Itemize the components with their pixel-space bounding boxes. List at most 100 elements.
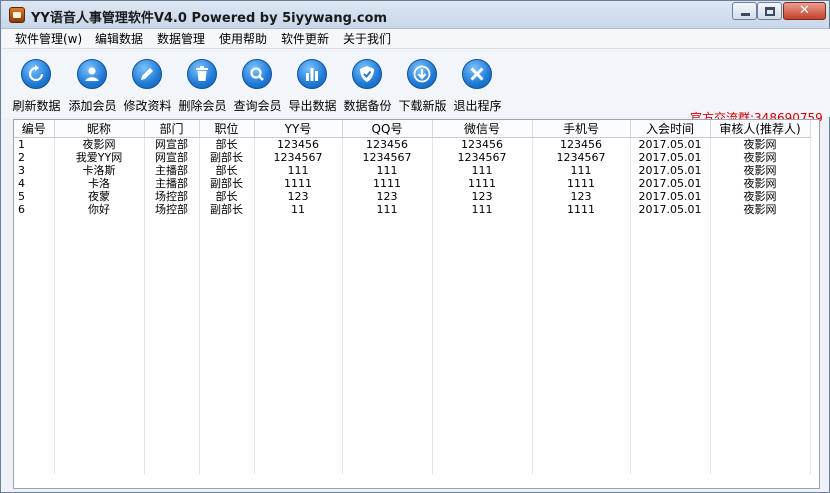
- table-row[interactable]: 3 卡洛斯 主播部 部长 111 111 111 111 2017.05.01 …: [14, 164, 811, 177]
- table-cell: 1111: [532, 203, 631, 216]
- add-member-button[interactable]: 添加会员: [65, 59, 120, 115]
- table-cell: 夜影网: [710, 164, 811, 177]
- menu-software-manage[interactable]: 软件管理(w): [15, 31, 82, 48]
- refresh-label: 刷新数据: [12, 99, 61, 113]
- table-cell: 123: [254, 190, 343, 203]
- table-cell: 111: [342, 203, 433, 216]
- column-header[interactable]: 微信号: [432, 120, 533, 138]
- table-cell: 夜蒙: [54, 190, 145, 203]
- table-cell: 2017.05.01: [630, 177, 711, 190]
- table-cell: 卡洛: [54, 177, 145, 190]
- exit-button[interactable]: 退出程序: [450, 59, 505, 115]
- column-header[interactable]: 职位: [199, 120, 255, 138]
- table-cell: 2017.05.01: [630, 137, 711, 151]
- delete-member-button[interactable]: 删除会员: [175, 59, 230, 115]
- window-title: YY语音人事管理软件V4.0 Powered by 5iyywang.com: [31, 11, 388, 26]
- table-cell: 夜影网: [710, 137, 811, 151]
- title-bar[interactable]: YY语音人事管理软件V4.0 Powered by 5iyywang.com ✕: [1, 1, 829, 29]
- maximize-icon: [765, 7, 775, 16]
- table-row[interactable]: 4 卡洛 主播部 副部长 1111 1111 1111 1111 2017.05…: [14, 177, 811, 190]
- table-cell: 123: [342, 190, 433, 203]
- main-window: YY语音人事管理软件V4.0 Powered by 5iyywang.com ✕…: [0, 0, 830, 493]
- table-row[interactable]: 5 夜蒙 场控部 部长 123 123 123 123 2017.05.01 夜…: [14, 190, 811, 203]
- table-cell: 2017.05.01: [630, 203, 711, 216]
- menu-edit-data[interactable]: 编辑数据: [95, 31, 143, 48]
- table-cell: 123456: [342, 137, 433, 151]
- app-icon: [9, 7, 25, 23]
- table-cell: 123: [532, 190, 631, 203]
- delete-member-label: 删除会员: [178, 99, 227, 113]
- table-cell: 1111: [342, 177, 433, 190]
- table-cell: 部长: [199, 190, 255, 203]
- table-row[interactable]: 1 夜影网 网宣部 部长 123456 123456 123456 123456…: [14, 137, 811, 151]
- table-cell: 1234567: [432, 151, 533, 164]
- minimize-icon: [741, 13, 750, 16]
- export-data-label: 导出数据: [288, 99, 337, 113]
- edit-profile-button[interactable]: 修改资料: [120, 59, 175, 115]
- menu-bar: 软件管理(w) 编辑数据 数据管理 使用帮助 软件更新 关于我们: [2, 29, 830, 49]
- table-cell: 123456: [254, 137, 343, 151]
- table-cell: 123: [432, 190, 533, 203]
- table-cell: 4: [14, 177, 55, 190]
- bar-chart-icon: [297, 59, 327, 89]
- search-member-button[interactable]: 查询会员: [230, 59, 285, 115]
- table-empty-area: [14, 216, 811, 474]
- menu-help[interactable]: 使用帮助: [219, 31, 267, 48]
- export-data-button[interactable]: 导出数据: [285, 59, 340, 115]
- column-header[interactable]: 入会时间: [630, 120, 711, 138]
- add-member-label: 添加会员: [68, 99, 117, 113]
- column-header[interactable]: 审核人(推荐人): [710, 120, 811, 138]
- table-header-row: 编号 昵称 部门 职位 YY号 QQ号 微信号 手机号 入会时间 审核人(推荐人…: [14, 120, 811, 138]
- table-row[interactable]: 6 你好 场控部 副部长 11 111 111 1111 2017.05.01 …: [14, 203, 811, 216]
- table-cell: 5: [14, 190, 55, 203]
- refresh-button[interactable]: 刷新数据: [9, 59, 64, 115]
- download-icon: [407, 59, 437, 89]
- maximize-button[interactable]: [757, 2, 782, 20]
- column-header[interactable]: 部门: [144, 120, 200, 138]
- menu-update[interactable]: 软件更新: [281, 31, 329, 48]
- table-cell: 场控部: [144, 190, 200, 203]
- shield-icon: [352, 59, 382, 89]
- table-cell: 1111: [254, 177, 343, 190]
- table-cell: 2017.05.01: [630, 164, 711, 177]
- exit-label: 退出程序: [453, 99, 502, 113]
- table-cell: 111: [432, 164, 533, 177]
- table-cell: 1234567: [532, 151, 631, 164]
- menu-data-manage[interactable]: 数据管理: [157, 31, 205, 48]
- table-cell: 部长: [199, 137, 255, 151]
- table-cell: 夜影网: [54, 137, 145, 151]
- column-header[interactable]: YY号: [254, 120, 343, 138]
- search-member-label: 查询会员: [233, 99, 282, 113]
- edit-pencil-icon: [132, 59, 162, 89]
- member-table[interactable]: 编号 昵称 部门 职位 YY号 QQ号 微信号 手机号 入会时间 审核人(推荐人…: [13, 119, 820, 489]
- table-cell: 副部长: [199, 203, 255, 216]
- download-update-button[interactable]: 下载新版: [395, 59, 450, 115]
- table-cell: 111: [432, 203, 533, 216]
- table-cell: 主播部: [144, 164, 200, 177]
- table-row[interactable]: 2 我爱YY网 网宣部 副部长 1234567 1234567 1234567 …: [14, 151, 811, 164]
- backup-data-button[interactable]: 数据备份: [340, 59, 395, 115]
- member-grid: 编号 昵称 部门 职位 YY号 QQ号 微信号 手机号 入会时间 审核人(推荐人…: [14, 120, 811, 474]
- table-cell: 11: [254, 203, 343, 216]
- table-cell: 1111: [532, 177, 631, 190]
- close-window-button[interactable]: ✕: [783, 2, 826, 20]
- menu-about[interactable]: 关于我们: [343, 31, 391, 48]
- column-header[interactable]: QQ号: [342, 120, 433, 138]
- column-header[interactable]: 昵称: [54, 120, 145, 138]
- column-header[interactable]: 编号: [14, 120, 55, 138]
- table-cell: 部长: [199, 164, 255, 177]
- table-cell: 1234567: [342, 151, 433, 164]
- table-cell: 1: [14, 137, 55, 151]
- table-cell: 夜影网: [710, 177, 811, 190]
- minimize-button[interactable]: [732, 2, 757, 20]
- table-cell: 1234567: [254, 151, 343, 164]
- table-cell: 主播部: [144, 177, 200, 190]
- column-header[interactable]: 手机号: [532, 120, 631, 138]
- search-icon: [242, 59, 272, 89]
- close-icon: [462, 59, 492, 89]
- backup-data-label: 数据备份: [343, 99, 392, 113]
- table-cell: 你好: [54, 203, 145, 216]
- table-cell: 我爱YY网: [54, 151, 145, 164]
- toolbar: 刷新数据 添加会员 修改资料 删除会员 查询会员 导出数据 数据备份 下载新版 …: [2, 49, 830, 125]
- edit-profile-label: 修改资料: [123, 99, 172, 113]
